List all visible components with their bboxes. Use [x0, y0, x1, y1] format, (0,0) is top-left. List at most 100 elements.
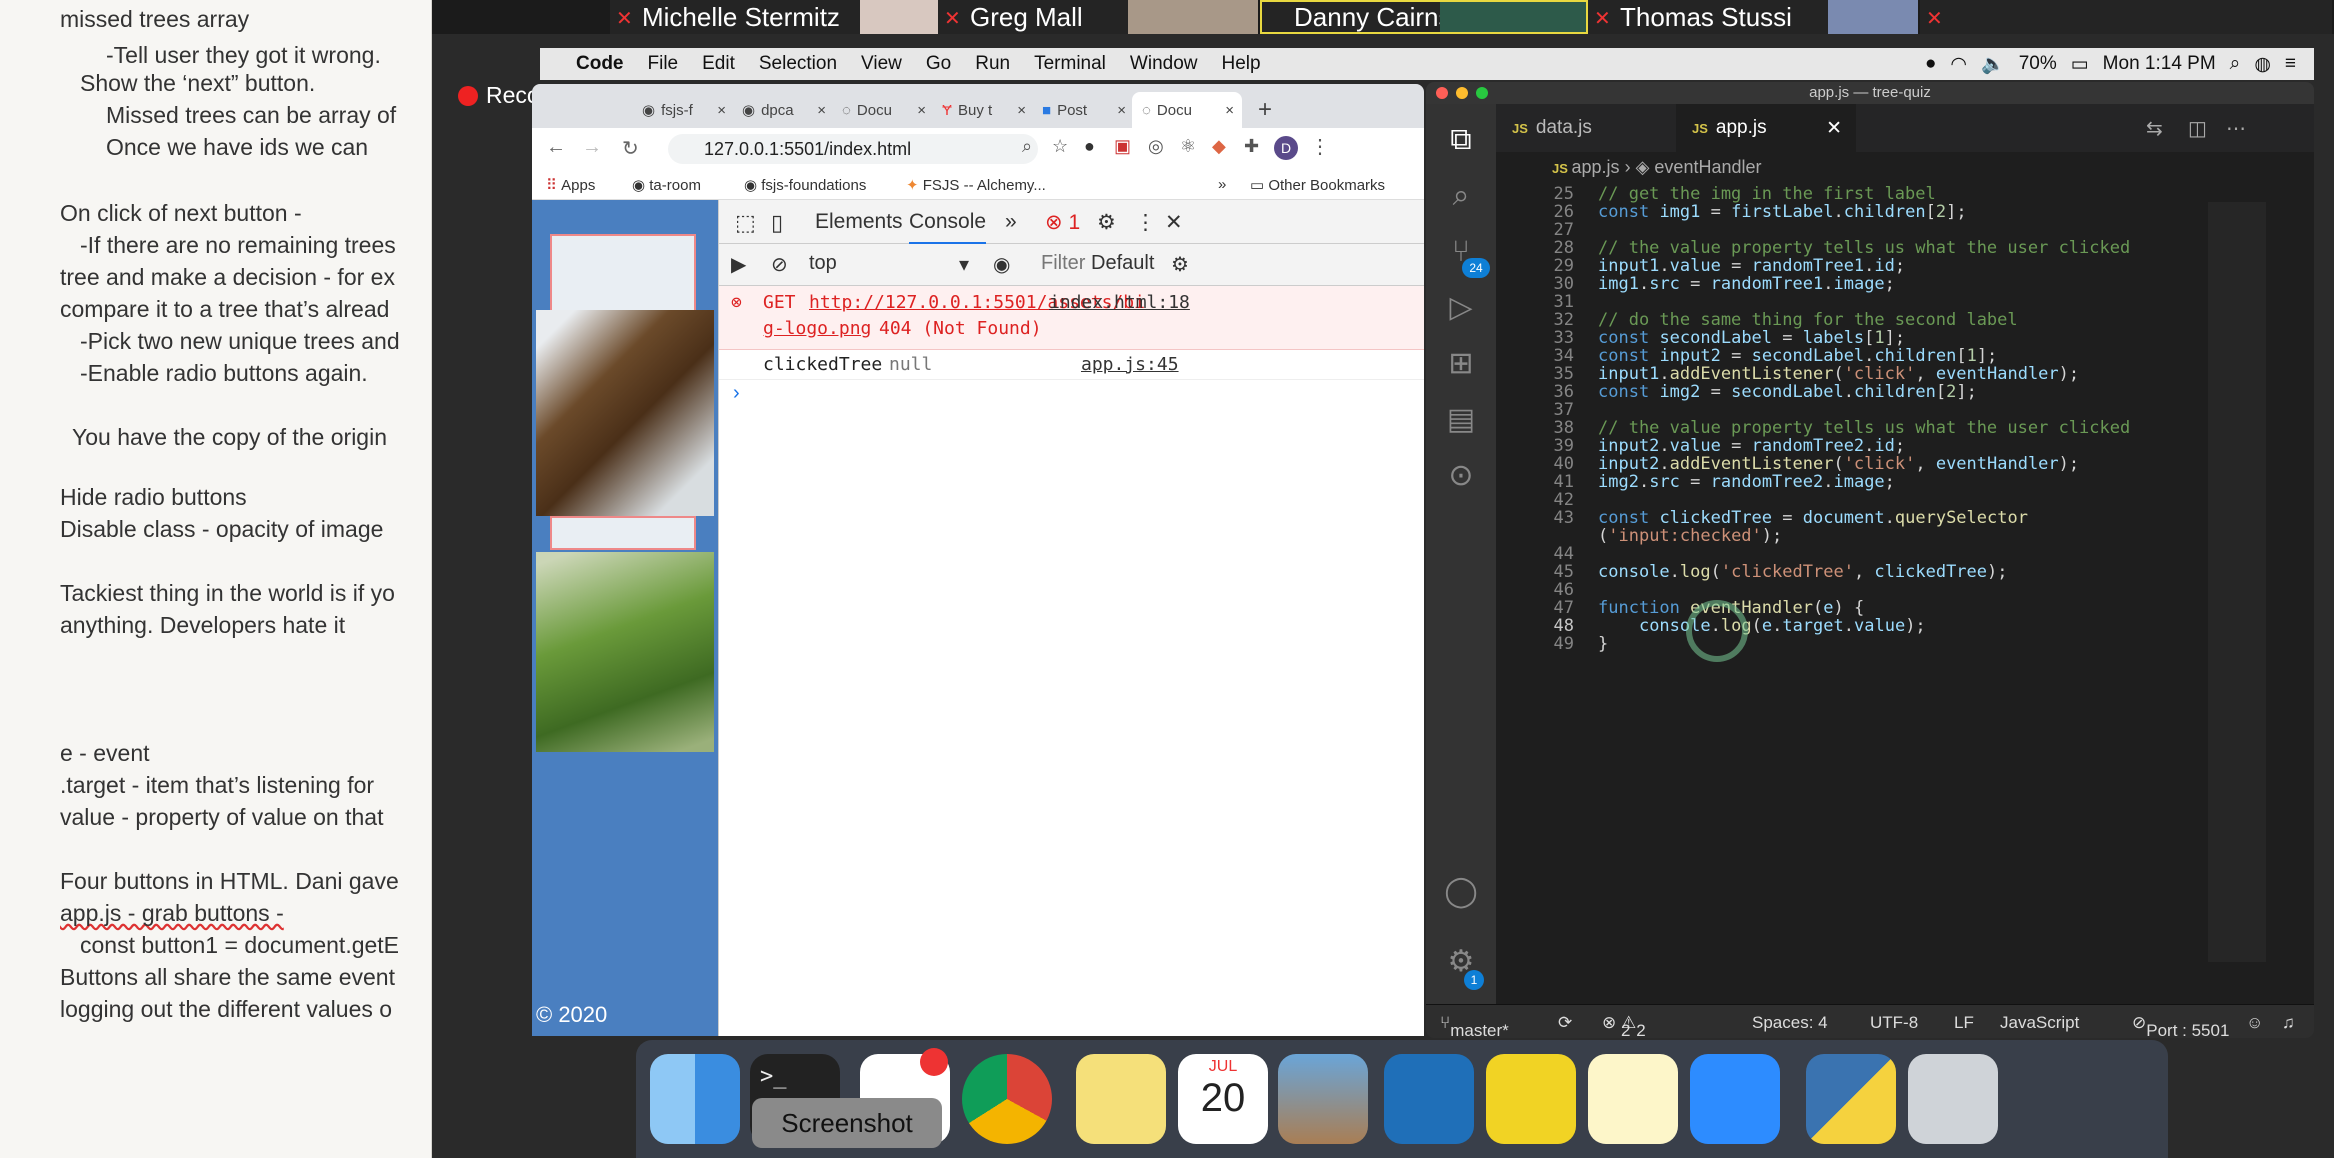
- menu-window[interactable]: Window: [1118, 53, 1210, 75]
- menu-app-name[interactable]: Code: [564, 53, 636, 75]
- menu-run[interactable]: Run: [963, 53, 1022, 75]
- feedback-icon[interactable]: ☺: [2246, 1013, 2263, 1033]
- inspect-icon[interactable]: ⬚: [735, 210, 756, 236]
- split-editor-icon[interactable]: ◫: [2188, 116, 2207, 141]
- minimap[interactable]: [2208, 202, 2266, 962]
- wifi-icon[interactable]: ◠: [1950, 53, 1967, 76]
- error-source-link[interactable]: index.html:18: [1049, 292, 1190, 313]
- notes-icon[interactable]: [1588, 1054, 1678, 1144]
- trash-icon[interactable]: [1908, 1054, 1998, 1144]
- indentation[interactable]: Spaces: 4: [1752, 1013, 1828, 1033]
- menu-view[interactable]: View: [849, 53, 914, 75]
- tab-data-js[interactable]: JS data.js: [1496, 104, 1676, 152]
- clock[interactable]: Mon 1:14 PM: [2103, 53, 2216, 75]
- siri-icon[interactable]: ◍: [2254, 53, 2271, 76]
- python-launcher-icon[interactable]: [1806, 1054, 1896, 1144]
- menu-help[interactable]: Help: [1210, 53, 1273, 75]
- tab-app-js[interactable]: JS app.js ✕: [1676, 104, 1856, 152]
- live-server-port[interactable]: ⊘ Port : 5501: [2132, 1013, 2229, 1038]
- preview-icon[interactable]: [1278, 1054, 1368, 1144]
- close-tab-icon[interactable]: ×: [1225, 102, 1242, 119]
- branch-indicator[interactable]: ⑂ master*: [1440, 1013, 1509, 1038]
- context-select[interactable]: top: [809, 252, 837, 275]
- error-url-cont[interactable]: g-logo.png: [763, 318, 871, 339]
- more-actions-icon[interactable]: ⋯: [2226, 116, 2246, 141]
- minimize-window-button[interactable]: [1456, 87, 1468, 99]
- reload-icon[interactable]: ↻: [622, 136, 639, 161]
- zoom-icon[interactable]: [1690, 1054, 1780, 1144]
- log-levels-select[interactable]: Default: [1091, 252, 1154, 275]
- bookmark-apps[interactable]: ⠿ Apps: [546, 176, 595, 194]
- menu-file[interactable]: File: [636, 53, 691, 75]
- calendar-icon[interactable]: JUL 20: [1178, 1054, 1268, 1144]
- chevron-down-icon[interactable]: ▾: [959, 252, 969, 277]
- sync-icon[interactable]: ⟳: [1558, 1013, 1572, 1033]
- extension-icon[interactable]: ▣: [1114, 136, 1131, 157]
- menu-selection[interactable]: Selection: [747, 53, 849, 75]
- run-debug-icon[interactable]: ▷: [1443, 290, 1479, 326]
- line-endings[interactable]: LF: [1954, 1013, 1974, 1033]
- vscode-icon[interactable]: [1384, 1054, 1474, 1144]
- more-icon[interactable]: ⋮: [1310, 134, 1330, 159]
- open-changes-icon[interactable]: ⇆: [2146, 116, 2163, 141]
- profile-avatar[interactable]: D: [1274, 136, 1298, 160]
- pine-cone-image[interactable]: [536, 310, 714, 516]
- notes-document[interactable]: missed trees array -Tell user they got it…: [0, 0, 432, 1158]
- status-icon[interactable]: ●: [1925, 53, 1936, 75]
- bell-icon[interactable]: ♫: [2282, 1013, 2295, 1033]
- participant-tile-active[interactable]: Danny Cairns: [1260, 0, 1588, 34]
- participant-tile[interactable]: ✕ Greg Mall: [938, 0, 1258, 34]
- spotlight-search-icon[interactable]: ⌕: [2230, 53, 2241, 75]
- close-tab-icon[interactable]: ×: [817, 102, 832, 119]
- close-tab-icon[interactable]: ✕: [1826, 117, 1856, 140]
- browser-tab[interactable]: ◉ dpca ×: [732, 92, 832, 128]
- breadcrumb-file[interactable]: app.js: [1572, 157, 1620, 177]
- more-bookmarks-icon[interactable]: »: [1218, 176, 1226, 193]
- close-tab-icon[interactable]: ×: [917, 102, 932, 119]
- forward-icon[interactable]: →: [582, 136, 602, 159]
- close-devtools-icon[interactable]: ✕: [1165, 210, 1183, 235]
- bookmark-fsjs-alchemy[interactable]: ✦ FSJS -- Alchemy...: [906, 176, 1046, 194]
- bookmark-fsjs-foundations[interactable]: ◉ fsjs-foundations: [744, 176, 866, 194]
- browser-tab[interactable]: ◉ fsjs-f ×: [632, 92, 732, 128]
- participant-tile[interactable]: ✕ Michelle Stermitz: [610, 0, 940, 34]
- clear-console-icon[interactable]: ⊘: [771, 252, 788, 277]
- filter-input[interactable]: Filter: [1041, 252, 1085, 275]
- menu-edit[interactable]: Edit: [690, 53, 747, 75]
- account-icon[interactable]: ◯: [1443, 874, 1479, 910]
- bookmark-ta-room[interactable]: ◉ ta-room: [632, 176, 701, 194]
- bookmark-other[interactable]: ▭ Other Bookmarks: [1250, 176, 1385, 194]
- close-window-button[interactable]: [1436, 87, 1448, 99]
- search-icon[interactable]: ⌕: [1443, 178, 1479, 214]
- menu-terminal[interactable]: Terminal: [1022, 53, 1118, 75]
- tab-console[interactable]: Console: [909, 210, 987, 245]
- more-icon[interactable]: ⋮: [1135, 210, 1156, 235]
- console-settings-icon[interactable]: ⚙: [1171, 252, 1189, 277]
- participant-tile[interactable]: ✕: [1920, 0, 2332, 34]
- zoom-window-button[interactable]: [1476, 87, 1488, 99]
- stickies-icon[interactable]: [1076, 1054, 1166, 1144]
- chrome-icon[interactable]: [962, 1054, 1052, 1144]
- extensions-icon[interactable]: ⊞: [1443, 346, 1479, 382]
- explorer-icon[interactable]: ⧉: [1443, 122, 1479, 158]
- participant-tile[interactable]: ✕ Thomas Stussi: [1588, 0, 1918, 34]
- address-bar[interactable]: 127.0.0.1:5501/index.html: [668, 134, 1038, 164]
- more-tabs-icon[interactable]: »: [1005, 210, 1017, 234]
- browser-tab[interactable]: ◌ Docu ×: [832, 92, 932, 128]
- settings-gear-icon[interactable]: ⚙: [1097, 210, 1116, 235]
- git-graph-icon[interactable]: ⊙: [1443, 458, 1479, 494]
- notification-center-icon[interactable]: ≡: [2285, 53, 2296, 75]
- extension-icon[interactable]: ●: [1084, 136, 1095, 157]
- device-toggle-icon[interactable]: ▯: [771, 210, 783, 236]
- problems-indicator[interactable]: ⊗ 2 ⚠ 2: [1602, 1013, 1646, 1038]
- tab-elements[interactable]: Elements: [815, 210, 903, 234]
- eye-icon[interactable]: ◉: [993, 252, 1010, 277]
- extension-icon[interactable]: ◎: [1148, 136, 1164, 157]
- leaf-image[interactable]: [536, 552, 714, 752]
- battery-icon[interactable]: ▭: [2071, 53, 2089, 76]
- console-prompt[interactable]: ›: [719, 380, 1424, 410]
- log-source-link[interactable]: app.js:45: [1081, 354, 1179, 375]
- code-editor[interactable]: 25 // get the img in the first label 26 co…: [1496, 182, 2314, 1016]
- miro-icon[interactable]: [1486, 1054, 1576, 1144]
- back-icon[interactable]: ←: [546, 136, 566, 159]
